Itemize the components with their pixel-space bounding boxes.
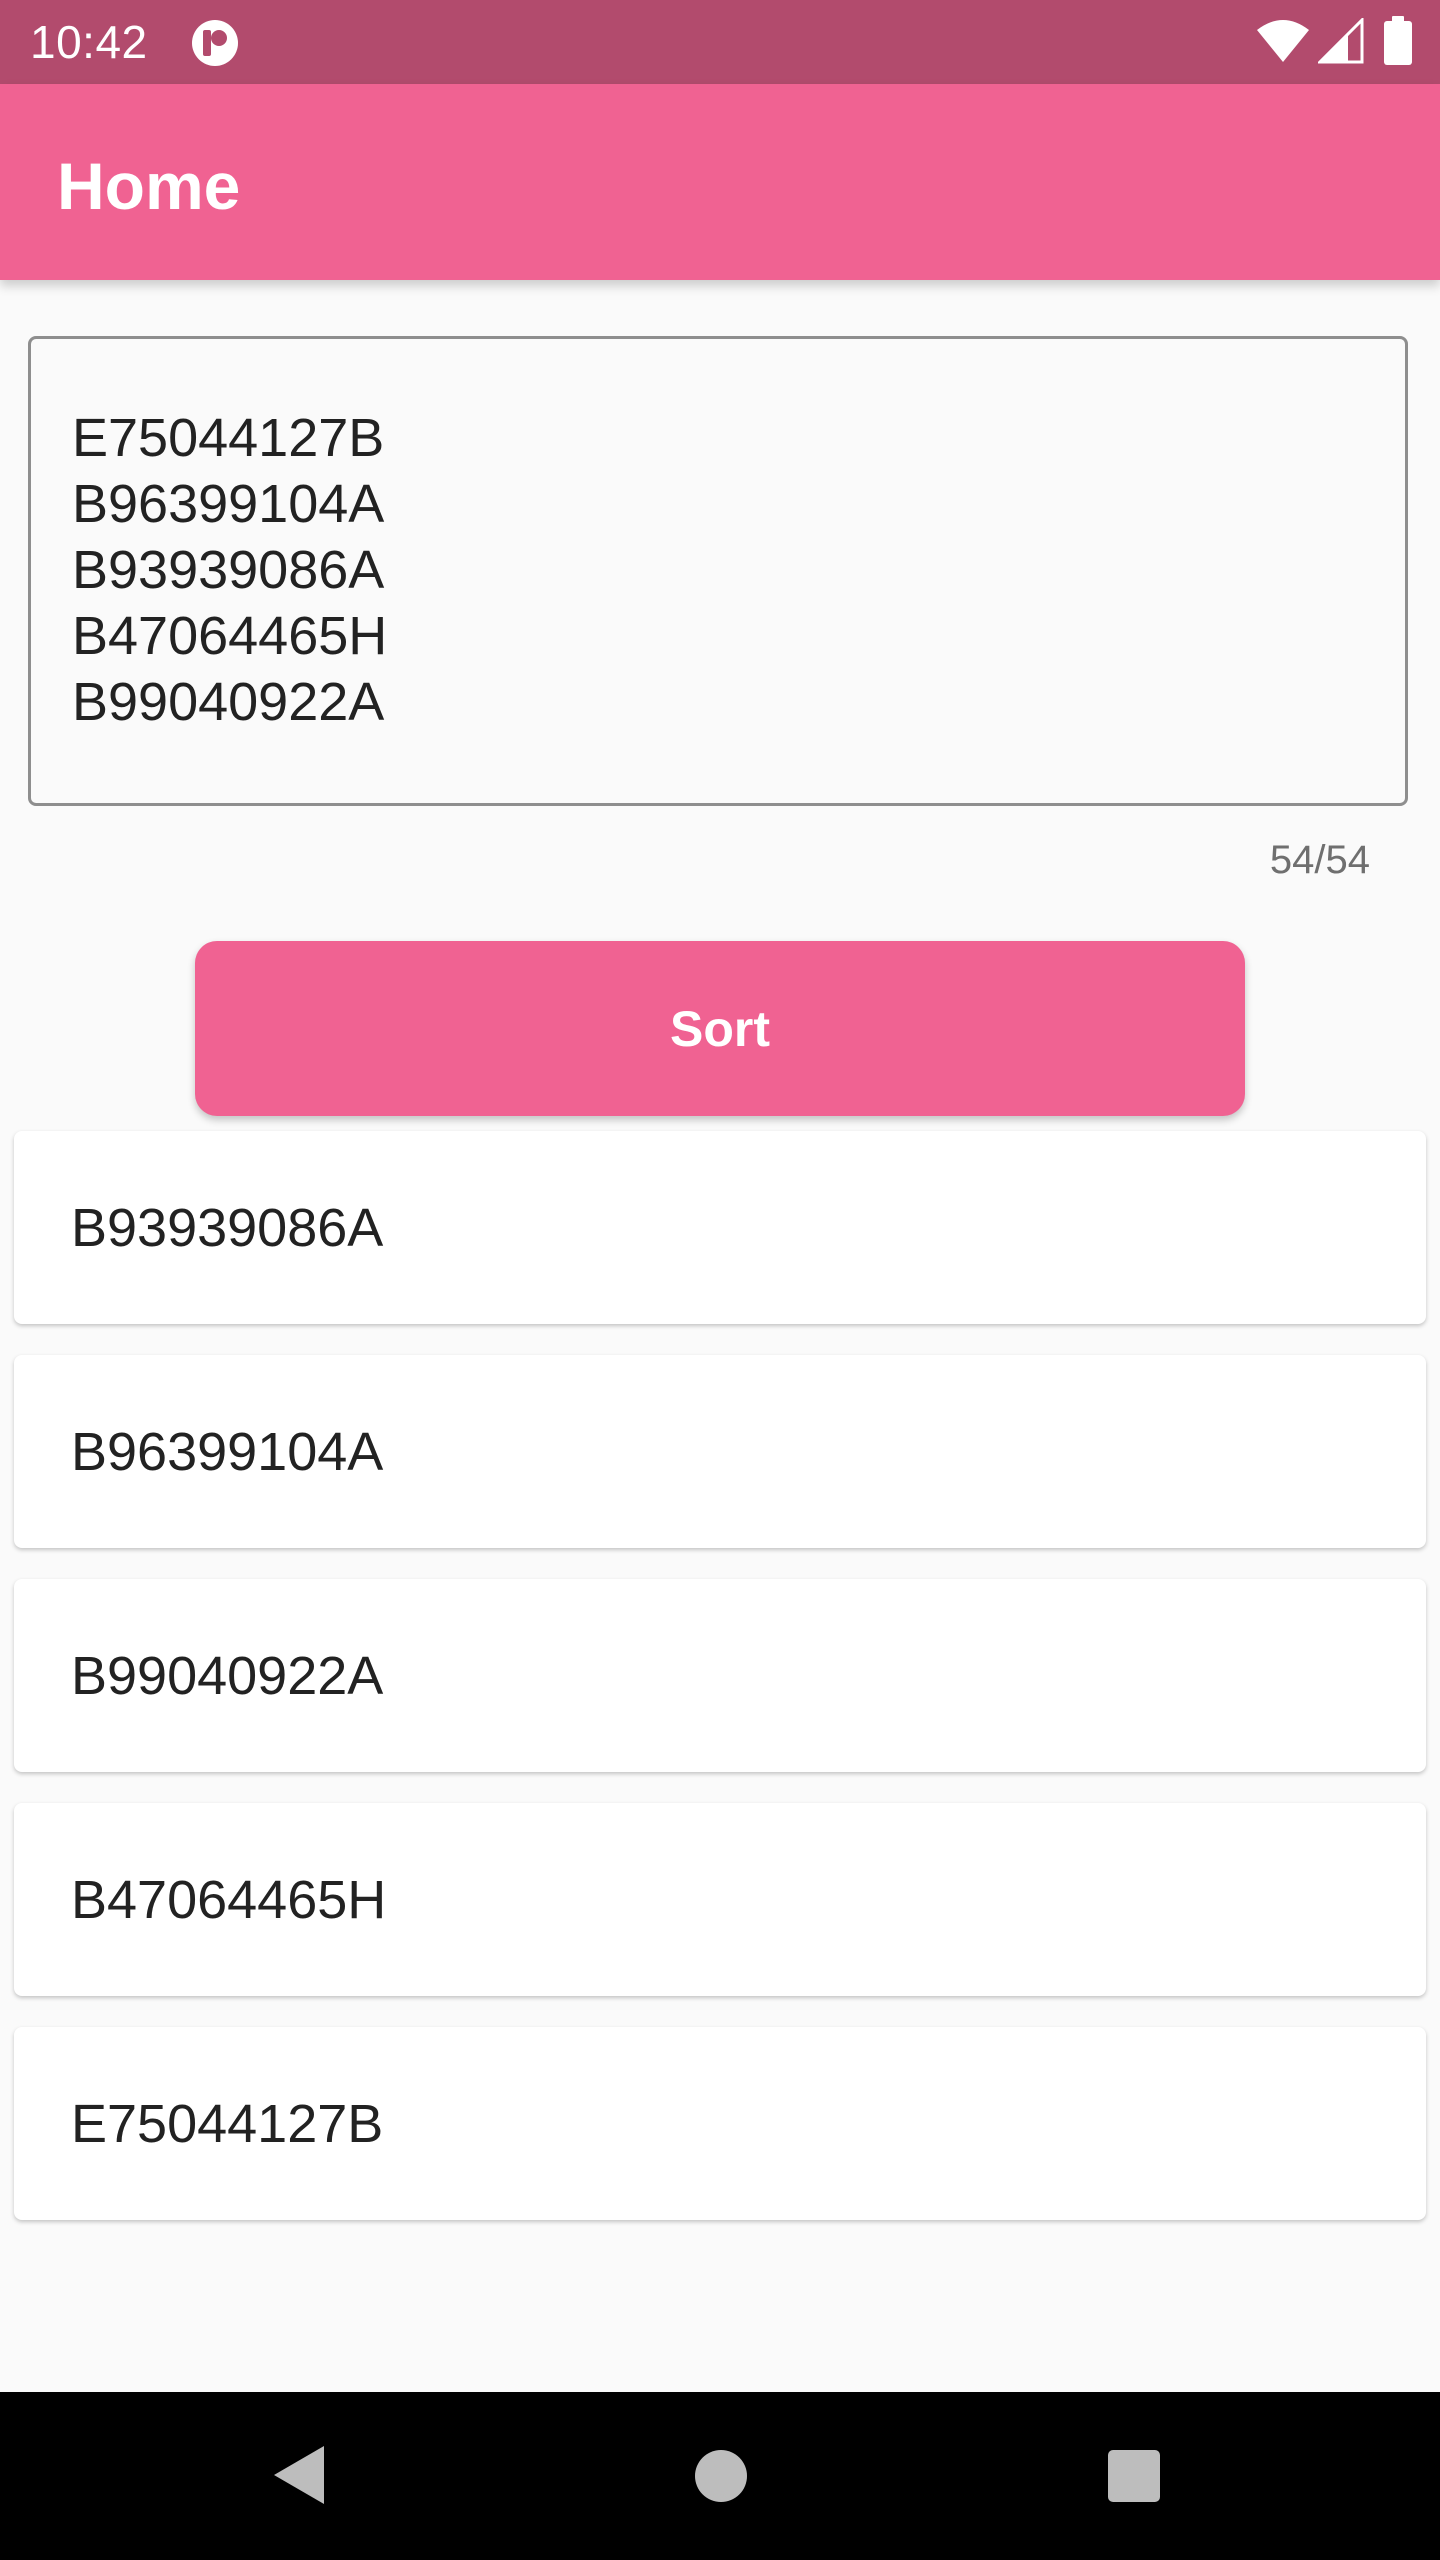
sort-button[interactable]: Sort <box>195 941 1245 1116</box>
list-item[interactable]: B99040922A <box>14 1579 1426 1772</box>
list-item-text: B47064465H <box>71 1870 387 1930</box>
list-item[interactable]: B96399104A <box>14 1355 1426 1548</box>
wifi-icon <box>1257 20 1309 62</box>
page-title: Home <box>57 149 241 223</box>
back-icon[interactable] <box>270 2444 330 2506</box>
list-item[interactable]: B93939086A <box>14 1131 1426 1324</box>
codes-input-text[interactable]: E75044127B B96399104A B93939086A B470644… <box>72 405 387 735</box>
battery-icon <box>1384 16 1412 65</box>
list-item-text: B99040922A <box>71 1646 384 1706</box>
status-time: 10:42 <box>30 16 148 68</box>
list-item-text: B96399104A <box>71 1422 384 1482</box>
home-icon[interactable] <box>695 2450 747 2502</box>
list-item-text: E75044127B <box>71 2094 384 2154</box>
notification-app-icon <box>192 20 238 66</box>
system-navigation-bar <box>0 2392 1440 2560</box>
list-item[interactable]: E75044127B <box>14 2027 1426 2220</box>
list-item-text: B93939086A <box>71 1198 384 1258</box>
sorted-results-list: B93939086A B96399104A B99040922A B470644… <box>14 1131 1426 2251</box>
list-item[interactable]: B47064465H <box>14 1803 1426 1996</box>
character-counter: 54/54 <box>1269 838 1370 882</box>
cell-signal-icon <box>1318 18 1364 64</box>
recents-icon[interactable] <box>1108 2450 1160 2502</box>
app-bar: Home <box>0 84 1440 280</box>
status-bar: 10:42 <box>0 0 1440 84</box>
codes-input-field[interactable]: E75044127B B96399104A B93939086A B470644… <box>28 336 1408 806</box>
